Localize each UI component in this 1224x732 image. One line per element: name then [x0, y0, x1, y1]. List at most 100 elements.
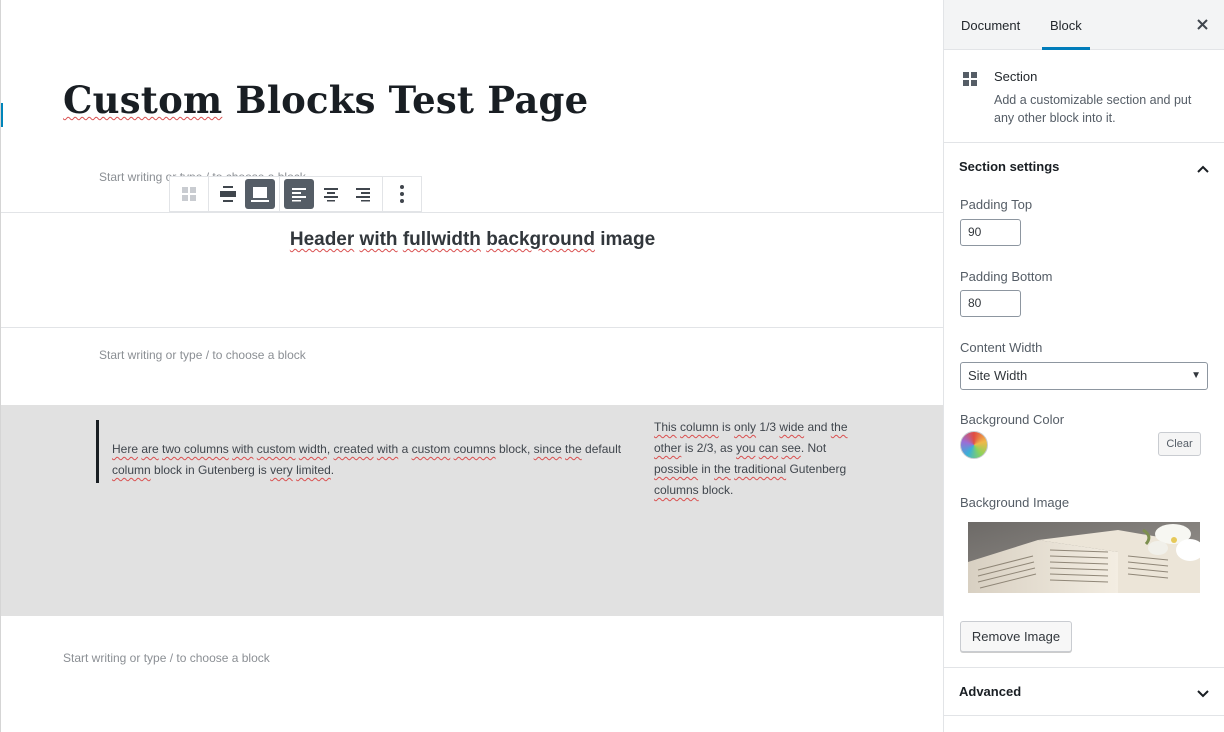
wide-width-button[interactable] [213, 179, 243, 209]
align-full-icon [251, 187, 269, 202]
more-options-button[interactable] [387, 179, 417, 209]
color-picker-swatch[interactable] [960, 431, 988, 459]
panel-title: Section settings [959, 159, 1060, 174]
paragraph-placeholder[interactable]: Start writing or type / to choose a bloc… [99, 348, 306, 362]
align-wide-icon [220, 186, 236, 202]
chevron-down-icon [1197, 685, 1209, 703]
column-word: custom [411, 442, 451, 456]
more-vertical-icon [400, 185, 404, 203]
align-left-button[interactable] [284, 179, 314, 209]
column-word: see [781, 441, 801, 455]
grid-icon [963, 72, 977, 91]
block-card: Section Add a customizable section and p… [944, 51, 1224, 143]
padding-top-label: Padding Top [960, 197, 1033, 212]
column-word: coumns [453, 442, 496, 456]
block-switcher-group [170, 177, 209, 211]
book-photo-image [968, 522, 1200, 593]
column-word: with [232, 442, 254, 456]
content-width-value: Site Width [968, 368, 1028, 383]
block-switcher-button[interactable] [174, 179, 204, 209]
column-word: default [581, 442, 622, 456]
column-word: custom [256, 442, 296, 456]
padding-bottom-input[interactable]: 80 [960, 290, 1021, 317]
column-word: 1/3 [756, 420, 780, 434]
content-width-label: Content Width [960, 340, 1043, 355]
header-heading[interactable]: Header with fullwidth background image [1, 229, 943, 251]
column-word: only [734, 420, 757, 434]
align-center-icon [324, 188, 338, 202]
column-word: This [654, 420, 677, 434]
remove-image-button[interactable]: Remove Image [960, 621, 1072, 652]
header-word: background [486, 229, 595, 250]
block-toolbar [169, 176, 422, 212]
column-word: block. [698, 483, 734, 497]
column-word: other [654, 441, 682, 455]
paragraph-placeholder[interactable]: Start writing or type / to choose a bloc… [63, 651, 270, 665]
tab-document[interactable]: Document [953, 0, 1028, 50]
column-word: two columns [162, 442, 229, 456]
column-word: column [112, 463, 151, 477]
column-word: width [298, 442, 327, 456]
column-right[interactable]: This column is only 1/3 wide and the oth… [654, 417, 864, 501]
column-word: can [758, 441, 779, 455]
column-word: with [376, 442, 399, 456]
panel-title: Advanced [959, 684, 1022, 699]
close-icon [1196, 18, 1208, 30]
editor-canvas: Custom Blocks Test Page Start writing or… [0, 0, 943, 732]
dropdown-arrow-icon: ▼ [1191, 370, 1201, 381]
page-title[interactable]: Custom Blocks Test Page [63, 78, 588, 122]
padding-top-input[interactable]: 90 [960, 219, 1021, 246]
background-image-label: Background Image [960, 495, 1070, 510]
background-color-label: Background Color [960, 412, 1065, 427]
align-center-button[interactable] [316, 179, 346, 209]
block-width-group [209, 177, 280, 211]
header-word: image [600, 229, 656, 250]
column-word: and [804, 420, 831, 434]
title-text: Blocks Test Page [222, 78, 589, 122]
column-word: a [398, 442, 412, 456]
focus-indicator [1, 103, 3, 127]
close-sidebar-button[interactable] [1194, 16, 1210, 32]
column-word: block, [495, 442, 534, 456]
sidebar-tabs: Document Block [944, 0, 1224, 50]
content-width-select[interactable]: Site Width ▼ [960, 362, 1208, 390]
tab-block[interactable]: Block [1042, 0, 1090, 50]
column-word: Gutenberg [786, 462, 847, 476]
text-align-group [280, 177, 383, 211]
column-word: in [698, 462, 715, 476]
title-spellcheck-word: Custom [63, 78, 223, 122]
padding-bottom-label: Padding Bottom [960, 269, 1053, 284]
column-word: . Not [800, 441, 827, 455]
align-right-button[interactable] [348, 179, 378, 209]
chevron-up-icon [1197, 160, 1209, 178]
panel-divider [944, 715, 1224, 716]
column-word: are [141, 442, 159, 456]
header-word: fullwidth [402, 229, 481, 250]
clear-color-button[interactable]: Clear [1158, 432, 1201, 456]
column-word: the [830, 420, 848, 434]
column-left[interactable]: Here are two columns with custom width, … [96, 420, 626, 483]
column-word: traditional [734, 462, 787, 476]
more-options-group [383, 177, 421, 211]
header-section-block[interactable]: Header with fullwidth background image [1, 212, 943, 328]
header-word: with [359, 229, 398, 250]
column-word: the [714, 462, 731, 476]
columns-section-block[interactable]: Here are two columns with custom width, … [1, 405, 943, 616]
advanced-panel-toggle[interactable]: Advanced [944, 668, 1224, 716]
grid-icon [182, 187, 196, 201]
align-right-icon [356, 188, 370, 202]
column-word: limited [296, 463, 331, 477]
section-settings-panel-toggle[interactable]: Section settings [944, 143, 1224, 191]
column-word: columns [654, 483, 699, 497]
column-word: you [736, 441, 756, 455]
column-word: Here [112, 442, 139, 456]
full-width-button[interactable] [245, 179, 275, 209]
column-word: the [565, 442, 582, 456]
background-image-preview[interactable] [968, 522, 1200, 593]
column-word: block in Gutenberg is [150, 463, 271, 477]
column-word: . [330, 463, 335, 477]
column-word: since [533, 442, 562, 456]
column-word: created [333, 442, 374, 456]
align-left-icon [292, 188, 306, 202]
settings-sidebar: Document Block Section Add a customizabl… [943, 0, 1224, 732]
